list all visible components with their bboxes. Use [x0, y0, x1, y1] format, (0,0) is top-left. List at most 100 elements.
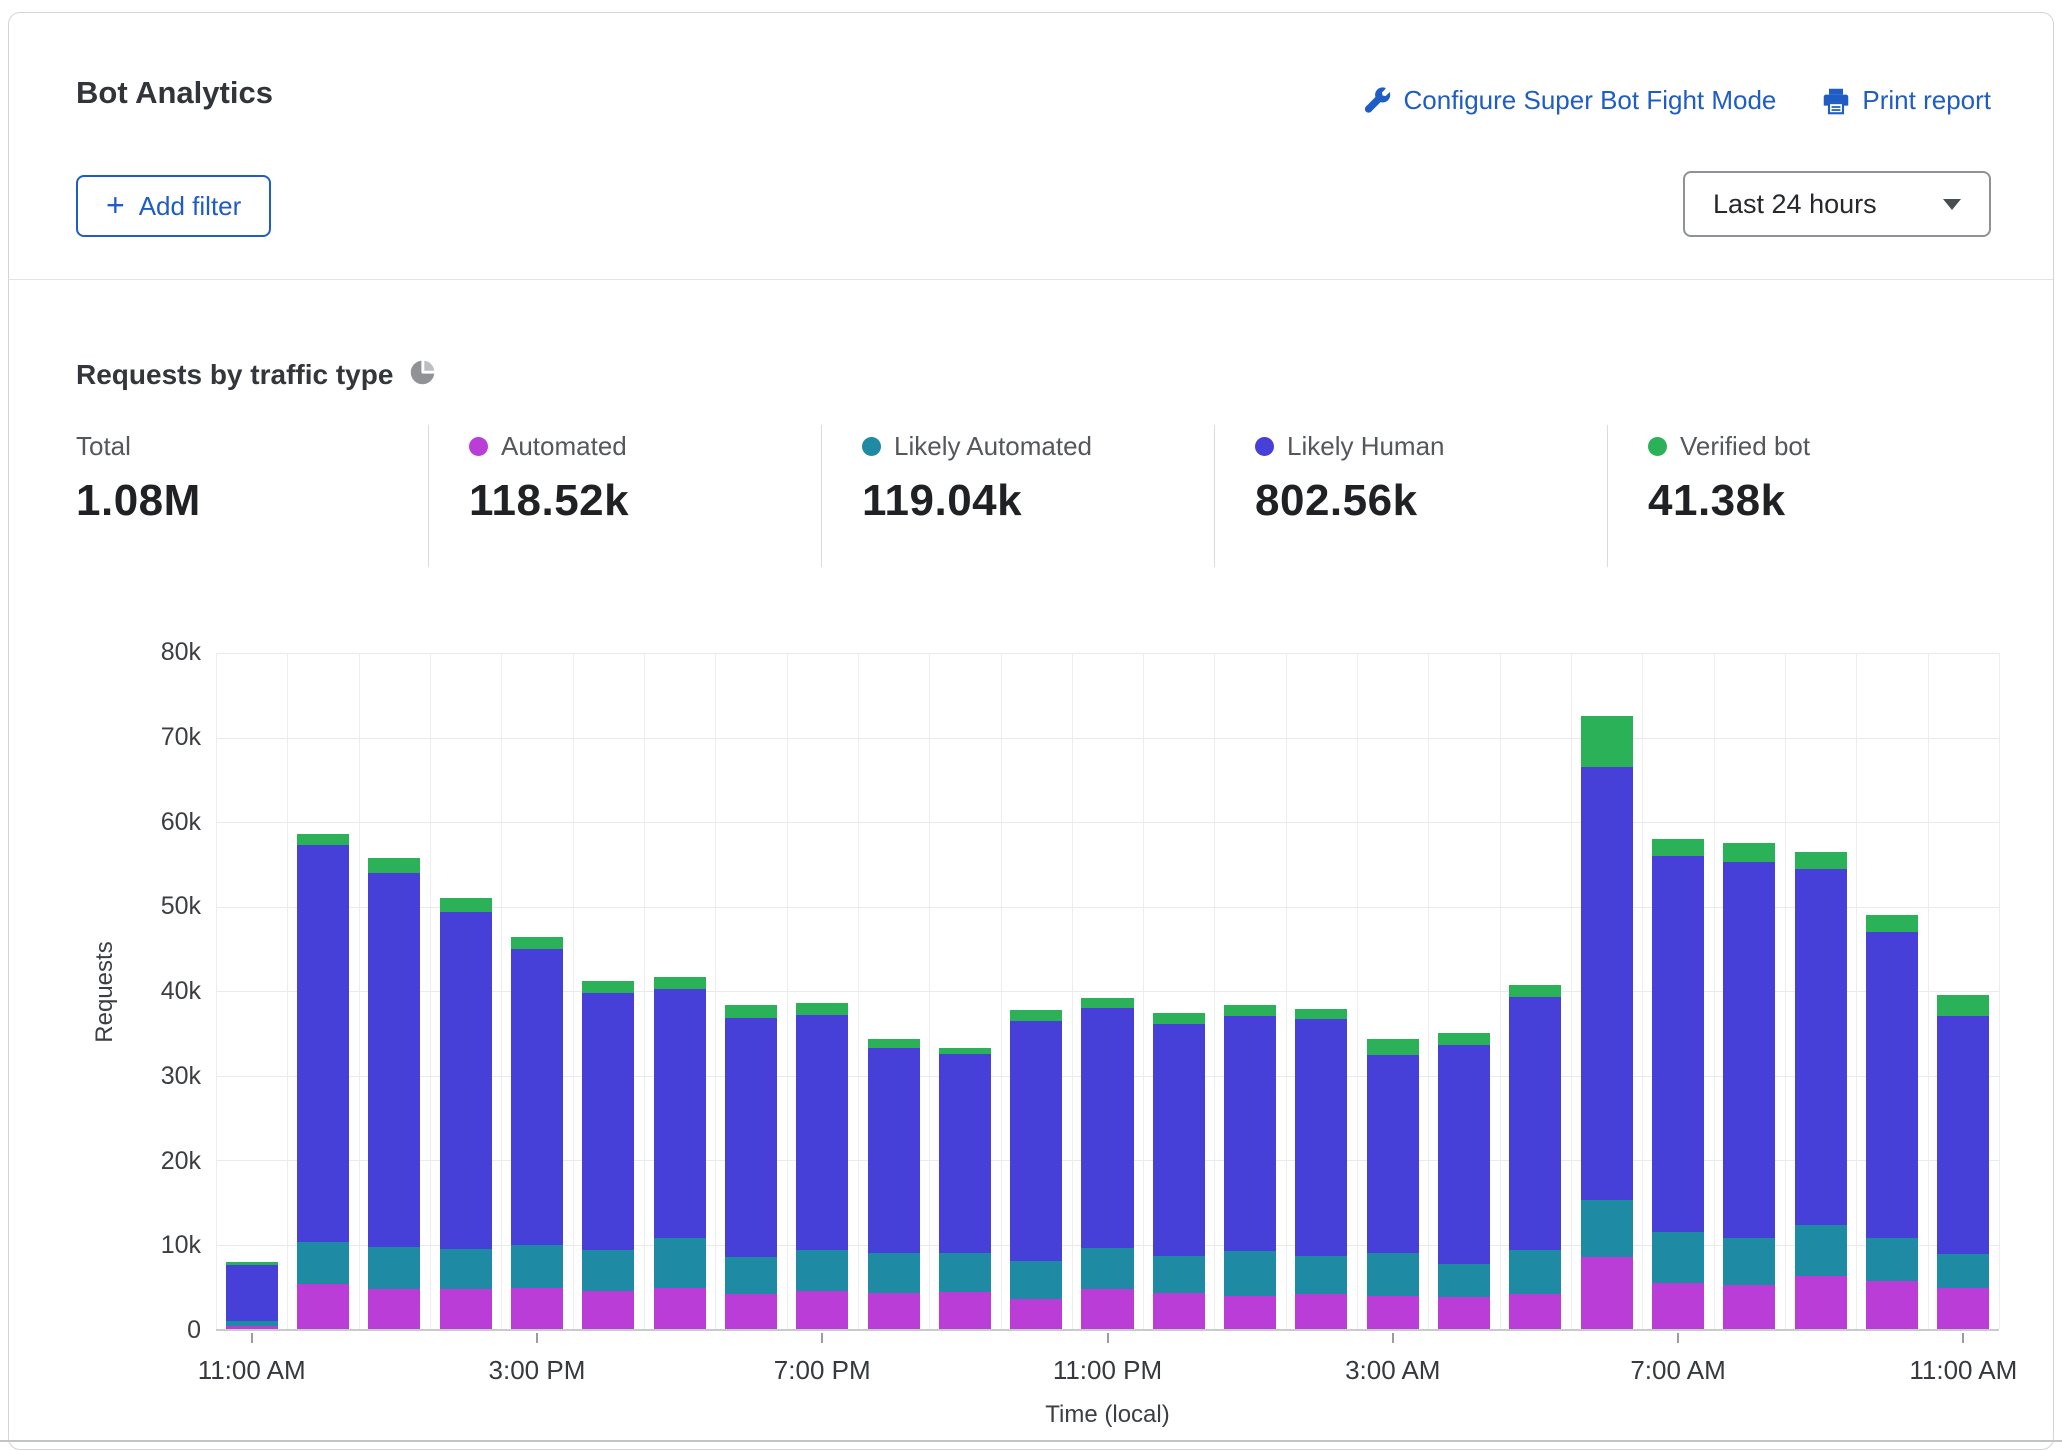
bar-slot-12-00-AM[interactable]	[1143, 653, 1214, 1329]
bar-segment-automated	[582, 1291, 634, 1329]
bar-segment-likely-human	[868, 1048, 920, 1252]
stat-total-label: Total	[76, 431, 131, 462]
x-tick-mark	[1677, 1333, 1679, 1343]
chart-plot[interactable]	[216, 653, 1999, 1331]
bar-slot-11-00-PM[interactable]	[1072, 653, 1143, 1329]
stat-likely-human: Likely Human 802.56k	[1214, 425, 1607, 567]
y-axis-labels: 80k70k60k50k40k30k20k10k0	[9, 621, 201, 1431]
bar-segment-verified-bot	[1723, 843, 1775, 862]
configure-super-bot-fight-mode-link[interactable]: Configure Super Bot Fight Mode	[1364, 85, 1777, 116]
bar-slot-4-00-PM[interactable]	[573, 653, 644, 1329]
bar-slot-6-00-PM[interactable]	[715, 653, 786, 1329]
print-link-label: Print report	[1862, 85, 1991, 116]
bar-segment-likely-automated	[1153, 1256, 1205, 1293]
stacked-bar	[1367, 653, 1419, 1329]
stacked-bar	[1652, 653, 1704, 1329]
stacked-bar	[582, 653, 634, 1329]
bar-segment-likely-human	[796, 1015, 848, 1251]
x-tick-mark	[1392, 1333, 1394, 1343]
stat-likely-automated-value: 119.04k	[862, 476, 1214, 526]
bar-segment-automated	[1367, 1296, 1419, 1329]
chevron-down-icon	[1943, 199, 1961, 210]
bar-slot-2-00-PM[interactable]	[430, 653, 501, 1329]
bar-slot-11-00-AM[interactable]	[216, 653, 287, 1329]
bar-segment-likely-human	[226, 1265, 278, 1321]
print-report-link[interactable]: Print report	[1822, 85, 1991, 116]
stat-automated-value: 118.52k	[469, 476, 821, 526]
add-filter-button[interactable]: + Add filter	[76, 175, 271, 237]
bar-segment-likely-automated	[1224, 1251, 1276, 1296]
bar-segment-likely-automated	[368, 1247, 420, 1289]
bar-slot-6-00-AM[interactable]	[1571, 653, 1642, 1329]
stacked-bar	[368, 653, 420, 1329]
bar-segment-verified-bot	[1937, 995, 1989, 1016]
bar-segment-likely-human	[511, 949, 563, 1245]
bar-segment-likely-human	[582, 993, 634, 1251]
bar-segment-likely-human	[1581, 767, 1633, 1200]
bar-slot-7-00-AM[interactable]	[1642, 653, 1713, 1329]
bar-slot-4-00-AM[interactable]	[1428, 653, 1499, 1329]
x-tick-mark	[251, 1333, 253, 1343]
x-tick-mark	[1107, 1333, 1109, 1343]
bar-segment-likely-human	[1367, 1055, 1419, 1253]
stacked-bar	[1438, 653, 1490, 1329]
bar-slot-1-00-PM[interactable]	[359, 653, 430, 1329]
bar-slot-10-00-PM[interactable]	[1001, 653, 1072, 1329]
bar-slot-5-00-PM[interactable]	[644, 653, 715, 1329]
bar-segment-likely-automated	[1866, 1238, 1918, 1281]
bar-segment-likely-human	[1723, 862, 1775, 1238]
bar-segment-likely-automated	[796, 1250, 848, 1291]
x-tick-label: 7:00 AM	[1630, 1355, 1725, 1386]
bar-slot-9-00-PM[interactable]	[929, 653, 1000, 1329]
bar-segment-likely-human	[1153, 1024, 1205, 1256]
stacked-bar	[1795, 653, 1847, 1329]
bar-segment-verified-bot	[297, 834, 349, 845]
bar-segment-automated	[868, 1293, 920, 1329]
bar-segment-verified-bot	[1866, 915, 1918, 932]
bar-segment-automated	[1795, 1276, 1847, 1329]
likely-human-legend-dot	[1255, 437, 1274, 456]
bar-segment-verified-bot	[1509, 985, 1561, 997]
bar-slot-8-00-AM[interactable]	[1714, 653, 1785, 1329]
bar-segment-likely-automated	[1295, 1256, 1347, 1295]
x-tick-label: 11:00 PM	[1053, 1355, 1162, 1386]
bar-segment-verified-bot	[1224, 1005, 1276, 1016]
bar-segment-verified-bot	[1081, 998, 1133, 1008]
bar-slot-2-00-AM[interactable]	[1286, 653, 1357, 1329]
bot-analytics-page: Bot Analytics Configure Super Bot Fight …	[0, 0, 2062, 1450]
bar-slot-12-00-PM[interactable]	[287, 653, 358, 1329]
stacked-bar	[1081, 653, 1133, 1329]
bar-segment-verified-bot	[1652, 839, 1704, 856]
y-tick-label: 70k	[9, 723, 201, 752]
bar-slot-8-00-PM[interactable]	[858, 653, 929, 1329]
bar-segment-likely-human	[1509, 997, 1561, 1250]
bar-slot-10-00-AM[interactable]	[1856, 653, 1927, 1329]
bar-segment-likely-human	[1010, 1021, 1062, 1262]
bar-slot-11-00-AM[interactable]	[1928, 653, 1999, 1329]
stacked-bar	[939, 653, 991, 1329]
bar-segment-likely-automated	[1010, 1261, 1062, 1298]
stat-total: Total 1.08M	[76, 425, 428, 567]
y-tick-label: 80k	[9, 638, 201, 667]
bar-slot-3-00-AM[interactable]	[1357, 653, 1428, 1329]
time-range-select[interactable]: Last 24 hours	[1683, 171, 1991, 237]
bar-segment-verified-bot	[1153, 1013, 1205, 1024]
page-title: Bot Analytics	[76, 75, 273, 111]
stacked-bar	[1581, 653, 1633, 1329]
bar-segment-verified-bot	[868, 1039, 920, 1048]
stat-total-value: 1.08M	[76, 476, 428, 526]
likely-automated-legend-dot	[862, 437, 881, 456]
bar-segment-likely-human	[1866, 932, 1918, 1238]
stacked-bar	[1866, 653, 1918, 1329]
wrench-icon	[1364, 87, 1392, 115]
stacked-bar	[1509, 653, 1561, 1329]
header-divider	[9, 279, 2053, 280]
bar-segment-automated	[1224, 1296, 1276, 1329]
bar-slot-7-00-PM[interactable]	[787, 653, 858, 1329]
bar-slot-9-00-AM[interactable]	[1785, 653, 1856, 1329]
bar-slot-3-00-PM[interactable]	[501, 653, 572, 1329]
bar-slot-1-00-AM[interactable]	[1214, 653, 1285, 1329]
bar-segment-automated	[1509, 1294, 1561, 1329]
bar-segment-likely-automated	[297, 1242, 349, 1284]
bar-slot-5-00-AM[interactable]	[1500, 653, 1571, 1329]
